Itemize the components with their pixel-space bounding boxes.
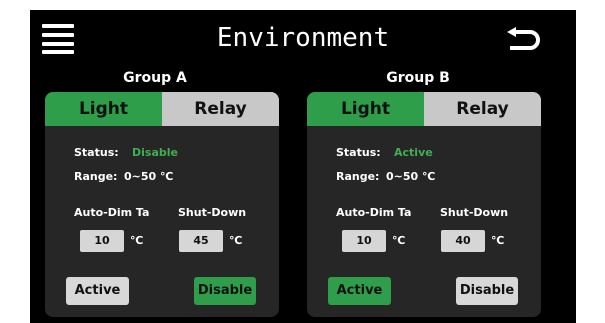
group-a-autodim-label: Auto-Dim Ta — [74, 206, 150, 219]
group-a-tab-relay[interactable]: Relay — [162, 92, 279, 126]
group-a-autodim-input[interactable]: 10 — [80, 230, 124, 252]
group-a-shutdown-label: Shut-Down — [178, 206, 247, 219]
group-b-status-value: Active — [394, 146, 433, 159]
group-a-tabs: Light Relay — [45, 92, 279, 126]
group-b-range-label: Range: — [336, 170, 380, 183]
group-a-status-value: Disable — [132, 146, 178, 159]
group-b-tabs: Light Relay — [307, 92, 541, 126]
group-b-tab-light[interactable]: Light — [307, 92, 424, 126]
group-a-disable-button[interactable]: Disable — [194, 277, 256, 305]
screen: Environment Group A Light Relay Status: … — [30, 10, 576, 323]
group-a-title: Group A — [123, 70, 187, 86]
group-b-shutdown-unit: ℃ — [491, 234, 505, 247]
group-a-range-label: Range: — [74, 170, 118, 183]
group-a-autodim-unit: ℃ — [130, 234, 144, 247]
group-b-panel: Light Relay Status: Active Range: 0~50 ℃… — [307, 92, 541, 317]
group-b-shutdown-label: Shut-Down — [440, 206, 509, 219]
group-a-panel: Light Relay Status: Disable Range: 0~50 … — [45, 92, 279, 317]
group-a-tab-light[interactable]: Light — [45, 92, 162, 126]
page-title: Environment — [216, 23, 390, 53]
group-b-title: Group B — [386, 70, 450, 86]
group-b-range-value: 0~50 ℃ — [386, 170, 436, 183]
back-icon[interactable] — [504, 27, 540, 53]
group-a-status-label: Status: — [74, 146, 119, 159]
group-b-status-label: Status: — [336, 146, 381, 159]
group-b-autodim-unit: ℃ — [392, 234, 406, 247]
group-a-shutdown-unit: ℃ — [229, 234, 243, 247]
group-b-disable-button[interactable]: Disable — [456, 277, 518, 305]
group-b-active-button[interactable]: Active — [328, 277, 391, 305]
group-a-active-button[interactable]: Active — [66, 277, 129, 305]
group-b-tab-relay[interactable]: Relay — [424, 92, 541, 126]
group-b-autodim-label: Auto-Dim Ta — [336, 206, 412, 219]
group-b-autodim-input[interactable]: 10 — [342, 230, 386, 252]
group-b-shutdown-input[interactable]: 40 — [441, 230, 485, 252]
group-a-range-value: 0~50 ℃ — [124, 170, 174, 183]
group-a-shutdown-input[interactable]: 45 — [179, 230, 223, 252]
